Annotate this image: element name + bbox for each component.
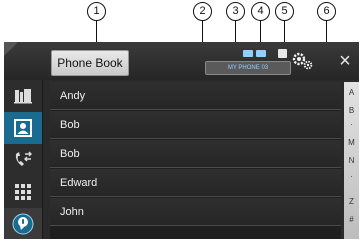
device-status-icon [278,49,287,58]
contact-row[interactable]: Bob [50,111,341,139]
index-letter-a[interactable]: A [344,88,359,97]
phone-screen: Phone Book MY PHONE 03 × Andy Bob Bob Ed… [4,42,359,239]
contact-list: Andy Bob Bob Edward John [50,82,341,239]
signal-status-icon [256,50,266,57]
battery-status-icon [243,50,253,57]
phone-book-icon [14,119,32,137]
header-bar: Phone Book MY PHONE 03 × [4,42,359,80]
contact-row[interactable]: Edward [50,169,341,197]
index-letter-n[interactable]: N [344,156,359,165]
callout-3: 3 [226,2,245,21]
contact-row[interactable]: Andy [50,82,341,110]
sidebar-item-keypad[interactable] [4,176,42,208]
page-title: Phone Book [51,50,129,76]
index-letter-b[interactable]: B [344,106,359,115]
contact-row[interactable]: Bob [50,140,341,168]
callout-6: 6 [317,2,336,21]
call-history-icon [14,89,32,104]
alphabet-index-bar[interactable]: A B · M N · Z # [344,82,359,239]
close-button[interactable]: × [334,50,356,72]
callout-4: 4 [251,2,270,21]
index-separator: · [350,120,353,129]
callout-2: 2 [193,2,212,21]
index-letter-hash[interactable]: # [344,215,359,224]
keypad-icon [15,184,31,200]
index-separator: · [350,172,353,181]
index-letter-z[interactable]: Z [344,197,359,206]
back-corner-icon[interactable] [4,42,46,80]
sidebar-item-voice-recognition[interactable] [4,208,42,239]
index-letter-m[interactable]: M [344,138,359,147]
contact-row[interactable]: John [50,198,341,226]
preset-dial-icon [15,151,32,166]
voice-recognition-icon [12,213,34,235]
callout-5: 5 [275,2,294,21]
sidebar-item-phone-book[interactable] [4,112,42,144]
sidebar [4,80,43,239]
callout-1: 1 [87,2,106,21]
connected-device-name: MY PHONE 03 [205,61,291,75]
sidebar-item-call-history[interactable] [4,80,42,112]
sidebar-item-preset-dial[interactable] [4,144,42,176]
settings-gear-icon[interactable] [290,50,314,72]
